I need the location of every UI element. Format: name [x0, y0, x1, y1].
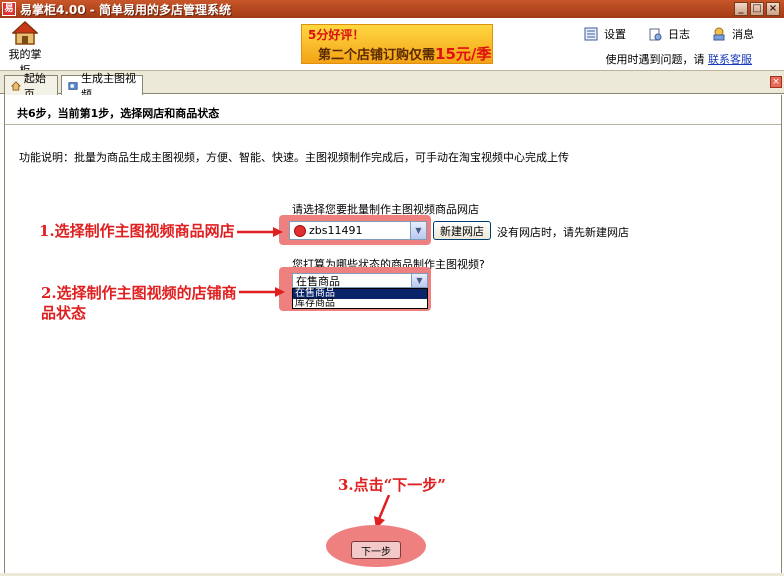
tab-bar: 起始页 生成主图视频 ×: [0, 70, 784, 101]
message-icon: [713, 27, 725, 41]
status-select[interactable]: 在售商品 ▼: [292, 273, 428, 288]
wizard-panel: 共6步，当前第1步，选择网店和商品状态 功能说明：批量为商品生成主图视频，方便、…: [4, 95, 782, 573]
log-button[interactable]: 日志: [648, 26, 690, 42]
step-title: 共6步，当前第1步，选择网店和商品状态: [17, 107, 220, 120]
message-label: 消息: [732, 28, 754, 41]
arrow-right-icon: [239, 287, 285, 297]
shop-select[interactable]: zbs11491 ▼: [289, 221, 427, 240]
arrow-down-icon: [374, 495, 391, 529]
home-icon: [11, 80, 21, 91]
banner-line2: 第二个店铺订购仅需15元/季: [318, 43, 491, 64]
tab-generate-video[interactable]: 生成主图视频: [61, 72, 143, 101]
description: 功能说明：批量为商品生成主图视频，方便、智能、快速。主图视频制作完成后，可手动在…: [19, 151, 569, 164]
no-shop-hint: 没有网店时，请先新建网店: [497, 226, 629, 239]
chevron-down-icon[interactable]: ▼: [410, 222, 426, 239]
settings-icon: [584, 27, 598, 41]
app-icon: 易: [2, 2, 16, 16]
annotation-step3: 3.点击“下一步”: [338, 476, 446, 494]
settings-button[interactable]: 设置: [584, 26, 626, 42]
contact-support-link[interactable]: 联系客服: [708, 53, 752, 66]
close-tab-icon[interactable]: ×: [770, 76, 782, 88]
log-label: 日志: [668, 28, 690, 41]
toolbar: 设置 日志 消息: [584, 26, 754, 42]
title-bar: 易 易掌柜4.00 - 简单易用的多店管理系统 _ □ ×: [0, 0, 784, 18]
maximize-button[interactable]: □: [750, 2, 764, 16]
window-title: 易掌柜4.00 - 简单易用的多店管理系统: [20, 2, 231, 17]
shop-badge-icon: [294, 224, 306, 237]
window-controls: _ □ ×: [734, 2, 780, 16]
status-selected-value: 在售商品: [296, 274, 340, 288]
help-text: 使用时遇到问题，请: [605, 53, 705, 66]
promo-banner[interactable]: 5分好评！ 第二个店铺订购仅需15元/季: [301, 24, 493, 64]
status-option-in-stock[interactable]: 库存商品: [293, 299, 427, 309]
banner-price: 15元/季: [435, 45, 492, 63]
log-icon: [649, 28, 662, 41]
close-window-button[interactable]: ×: [766, 2, 780, 16]
header: 我的掌柜 5分好评！ 第二个店铺订购仅需15元/季 设置 日志 消息: [0, 18, 784, 77]
help-line: 使用时遇到问题，请 联系客服: [606, 51, 753, 67]
new-shop-button[interactable]: 新建网店: [433, 221, 491, 240]
video-icon: [68, 82, 78, 90]
minimize-button[interactable]: _: [734, 2, 748, 16]
message-button[interactable]: 消息: [712, 26, 754, 42]
divider: [5, 124, 781, 125]
chevron-down-icon[interactable]: ▼: [411, 274, 427, 287]
tab-start-page[interactable]: 起始页: [4, 72, 58, 101]
settings-label: 设置: [604, 28, 626, 41]
next-step-button[interactable]: 下一步: [351, 541, 401, 559]
arrow-right-icon: [237, 227, 283, 237]
banner-line1: 5分好评！: [308, 28, 365, 42]
annotation-step1: 1.选择制作主图视频商品网店: [39, 222, 235, 240]
house-icon: [12, 21, 38, 45]
status-options-list: 在售商品 库存商品: [292, 288, 428, 309]
annotation-step2: 2.选择制作主图视频的店铺商品状态: [41, 284, 237, 322]
shop-selected-value: zbs11491: [309, 224, 363, 237]
banner-text: 第二个店铺订购仅需: [318, 48, 436, 63]
